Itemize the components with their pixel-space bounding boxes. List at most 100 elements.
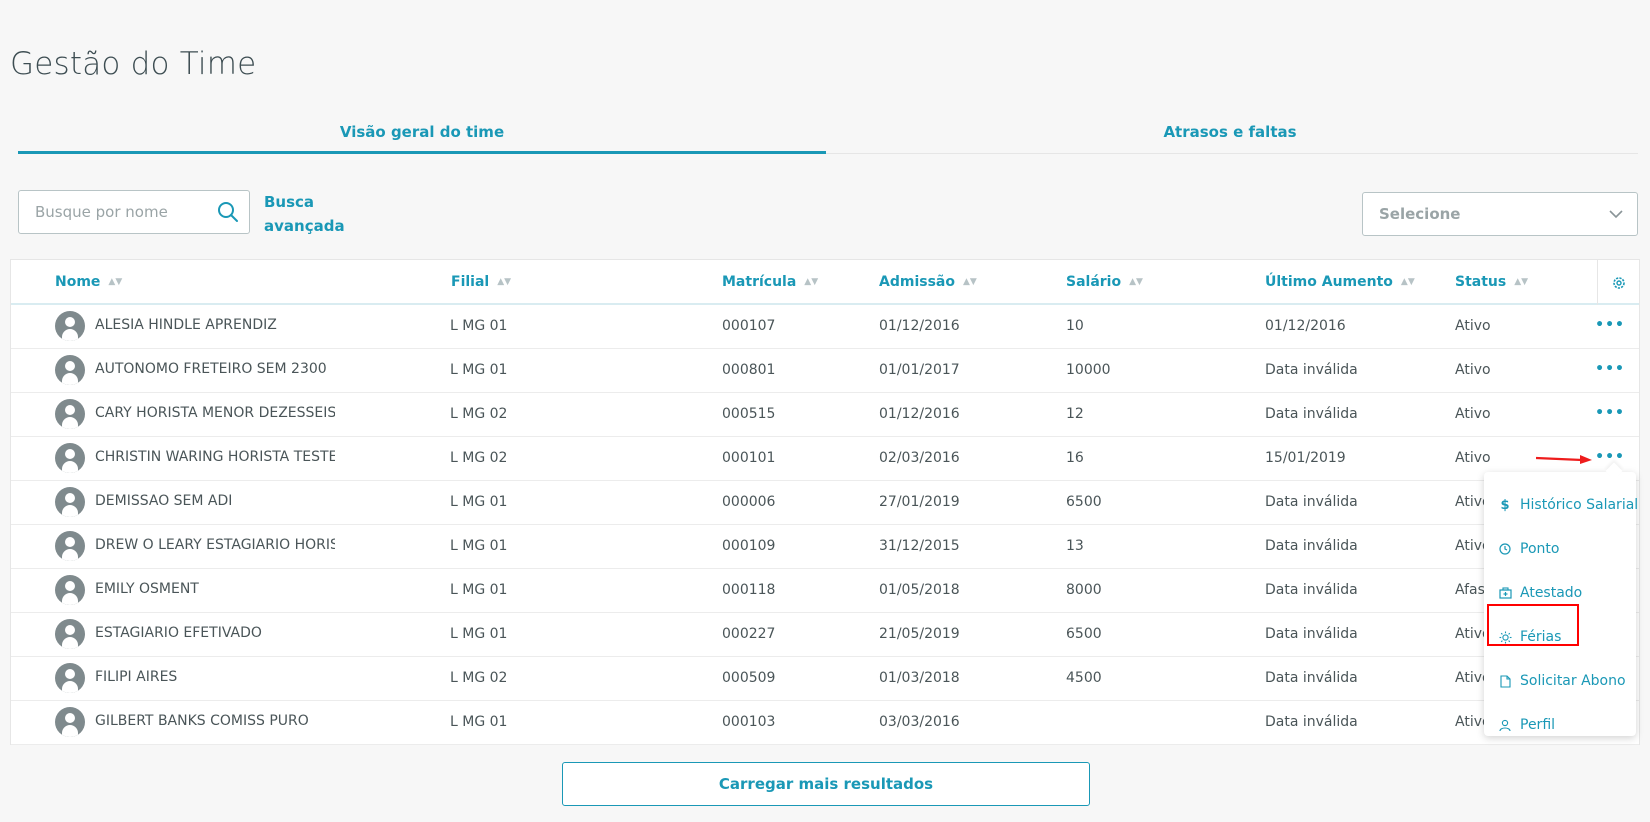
menu-item-historico-salarial[interactable]: $ Histórico Salarial — [1498, 492, 1638, 518]
load-more-button[interactable]: Carregar mais resultados — [562, 762, 1090, 806]
cell-admissao: 03/03/2016 — [879, 714, 960, 730]
employees-table: Nome ▲▼ Filial ▲▼ Matrícula ▲▼ Admissão ▲▼ S… — [10, 259, 1640, 745]
cell-matricula: 000103 — [722, 714, 776, 730]
red-arrow-annotation — [1536, 455, 1592, 464]
cell-matricula: 000227 — [722, 626, 776, 642]
advanced-search-link[interactable]: Busca avançada — [264, 190, 345, 238]
sort-icon: ▲▼ — [497, 277, 512, 287]
cell-salario: 4500 — [1066, 670, 1102, 686]
cell-salario: 16 — [1066, 450, 1084, 466]
avatar — [55, 707, 85, 737]
filter-select[interactable]: Selecione — [1362, 192, 1638, 236]
table-row[interactable]: FILIPI AIRES L MG 02 000509 01/03/2018 4500 D… — [11, 657, 1639, 701]
advanced-search-line1: Busca — [264, 193, 315, 211]
table-row[interactable]: DEMISSAO SEM ADI L MG 01 000006 27/01/2019 6… — [11, 481, 1639, 525]
row-actions-button[interactable]: ••• — [1595, 405, 1625, 421]
cell-filial: L MG 01 — [450, 582, 508, 598]
cell-nome: ALESIA HINDLE APRENDIZ — [95, 317, 277, 333]
cell-matricula: 000101 — [722, 450, 776, 466]
cell-filial: L MG 01 — [450, 714, 508, 730]
menu-item-perfil[interactable]: Perfil — [1498, 712, 1555, 738]
cell-nome: FILIPI AIRES — [95, 669, 178, 685]
menu-item-atestado[interactable]: Atestado — [1498, 580, 1582, 606]
column-header-status[interactable]: Status ▲▼ — [1455, 274, 1528, 290]
table-row[interactable]: CHRISTIN WARING HORISTA TESTE L MG 02 0001… — [11, 437, 1639, 481]
cell-matricula: 000006 — [722, 494, 776, 510]
cell-salario: 13 — [1066, 538, 1084, 554]
cell-filial: L MG 02 — [450, 406, 508, 422]
cell-nome: AUTONOMO FRETEIRO SEM 2300 — [95, 361, 327, 377]
cell-admissao: 21/05/2019 — [879, 626, 960, 642]
cell-matricula: 000801 — [722, 362, 776, 378]
table-header: Nome ▲▼ Filial ▲▼ Matrícula ▲▼ Admissão ▲▼ S… — [11, 260, 1639, 305]
cell-filial: L MG 02 — [450, 450, 508, 466]
table-settings-button[interactable] — [1597, 260, 1639, 305]
sort-icon: ▲▼ — [1514, 277, 1529, 287]
cell-filial: L MG 02 — [450, 670, 508, 686]
cell-filial: L MG 01 — [450, 494, 508, 510]
cell-ultimo: Data inválida — [1265, 406, 1358, 422]
cell-matricula: 000107 — [722, 318, 776, 334]
search-input[interactable] — [19, 191, 199, 233]
cell-admissao: 27/01/2019 — [879, 494, 960, 510]
cell-filial: L MG 01 — [450, 538, 508, 554]
cell-status: Ativo — [1455, 362, 1491, 378]
search-box — [18, 190, 250, 234]
highlight-box-annotation — [1487, 604, 1579, 646]
select-placeholder: Selecione — [1379, 205, 1461, 223]
cell-nome: DEMISSAO SEM ADI — [95, 493, 233, 509]
cell-admissao: 31/12/2015 — [879, 538, 960, 554]
tab-visao-geral[interactable]: Visão geral do time — [18, 110, 826, 154]
cell-nome: GILBERT BANKS COMISS PURO — [95, 713, 309, 729]
table-row[interactable]: CARY HORISTA MENOR DEZESSEIS L MG 02 00051… — [11, 393, 1639, 437]
cell-filial: L MG 01 — [450, 318, 508, 334]
table-row[interactable]: AUTONOMO FRETEIRO SEM 2300 L MG 01 000801 0… — [11, 349, 1639, 393]
cell-nome: CHRISTIN WARING HORISTA TESTE — [95, 449, 335, 465]
row-actions-button[interactable]: ••• — [1595, 317, 1625, 333]
cell-ultimo: 15/01/2019 — [1265, 450, 1346, 466]
user-icon — [1498, 718, 1512, 732]
search-icon[interactable] — [217, 201, 239, 223]
sort-icon: ▲▼ — [1129, 277, 1143, 287]
gear-icon — [1613, 277, 1625, 289]
menu-item-ponto[interactable]: Ponto — [1498, 536, 1559, 562]
table-row[interactable]: EMILY OSMENT L MG 01 000118 01/05/2018 8000 D… — [11, 569, 1639, 613]
cell-ultimo: Data inválida — [1265, 582, 1358, 598]
cell-ultimo: Data inválida — [1265, 626, 1358, 642]
cell-status: Ativo — [1455, 406, 1491, 422]
avatar — [55, 399, 85, 429]
tab-atrasos-faltas[interactable]: Atrasos e faltas — [826, 110, 1634, 154]
column-header-nome[interactable]: Nome ▲▼ — [55, 274, 122, 290]
cell-ultimo: 01/12/2016 — [1265, 318, 1346, 334]
table-row[interactable]: GILBERT BANKS COMISS PURO L MG 01 000103 03… — [11, 701, 1639, 745]
column-header-matricula[interactable]: Matrícula ▲▼ — [722, 274, 818, 290]
table-row[interactable]: ESTAGIARIO EFETIVADO L MG 01 000227 21/05/2… — [11, 613, 1639, 657]
avatar — [55, 575, 85, 605]
column-header-salario[interactable]: Salário ▲▼ — [1066, 274, 1143, 290]
avatar — [55, 355, 85, 385]
row-actions-button[interactable]: ••• — [1595, 449, 1625, 465]
cell-status: Ativo — [1455, 450, 1491, 466]
column-header-ultimo-aumento[interactable]: Último Aumento ▲▼ — [1265, 274, 1415, 290]
column-header-filial[interactable]: Filial ▲▼ — [451, 274, 511, 290]
cell-salario: 10 — [1066, 318, 1084, 334]
chevron-down-icon — [1607, 205, 1625, 223]
cell-nome: CARY HORISTA MENOR DEZESSEIS — [95, 405, 335, 421]
column-header-admissao[interactable]: Admissão ▲▼ — [879, 274, 977, 290]
cell-salario: 8000 — [1066, 582, 1102, 598]
sort-icon: ▲▼ — [108, 277, 123, 287]
cell-filial: L MG 01 — [450, 362, 508, 378]
cell-ultimo: Data inválida — [1265, 670, 1358, 686]
cell-admissao: 02/03/2016 — [879, 450, 960, 466]
cell-nome: ESTAGIARIO EFETIVADO — [95, 625, 262, 641]
table-row[interactable]: ALESIA HINDLE APRENDIZ L MG 01 000107 01/12… — [11, 305, 1639, 349]
sort-icon: ▲▼ — [962, 277, 977, 287]
avatar — [55, 443, 85, 473]
tab-bar: Visão geral do time Atrasos e faltas — [18, 110, 1638, 154]
menu-item-solicitar-abono[interactable]: Solicitar Abono — [1498, 668, 1626, 694]
cell-ultimo: Data inválida — [1265, 714, 1358, 730]
table-row[interactable]: DREW O LEARY ESTAGIARIO HORISTA L MG 01 00… — [11, 525, 1639, 569]
dollar-icon: $ — [1500, 497, 1510, 513]
row-actions-button[interactable]: ••• — [1595, 361, 1625, 377]
cell-ultimo: Data inválida — [1265, 494, 1358, 510]
